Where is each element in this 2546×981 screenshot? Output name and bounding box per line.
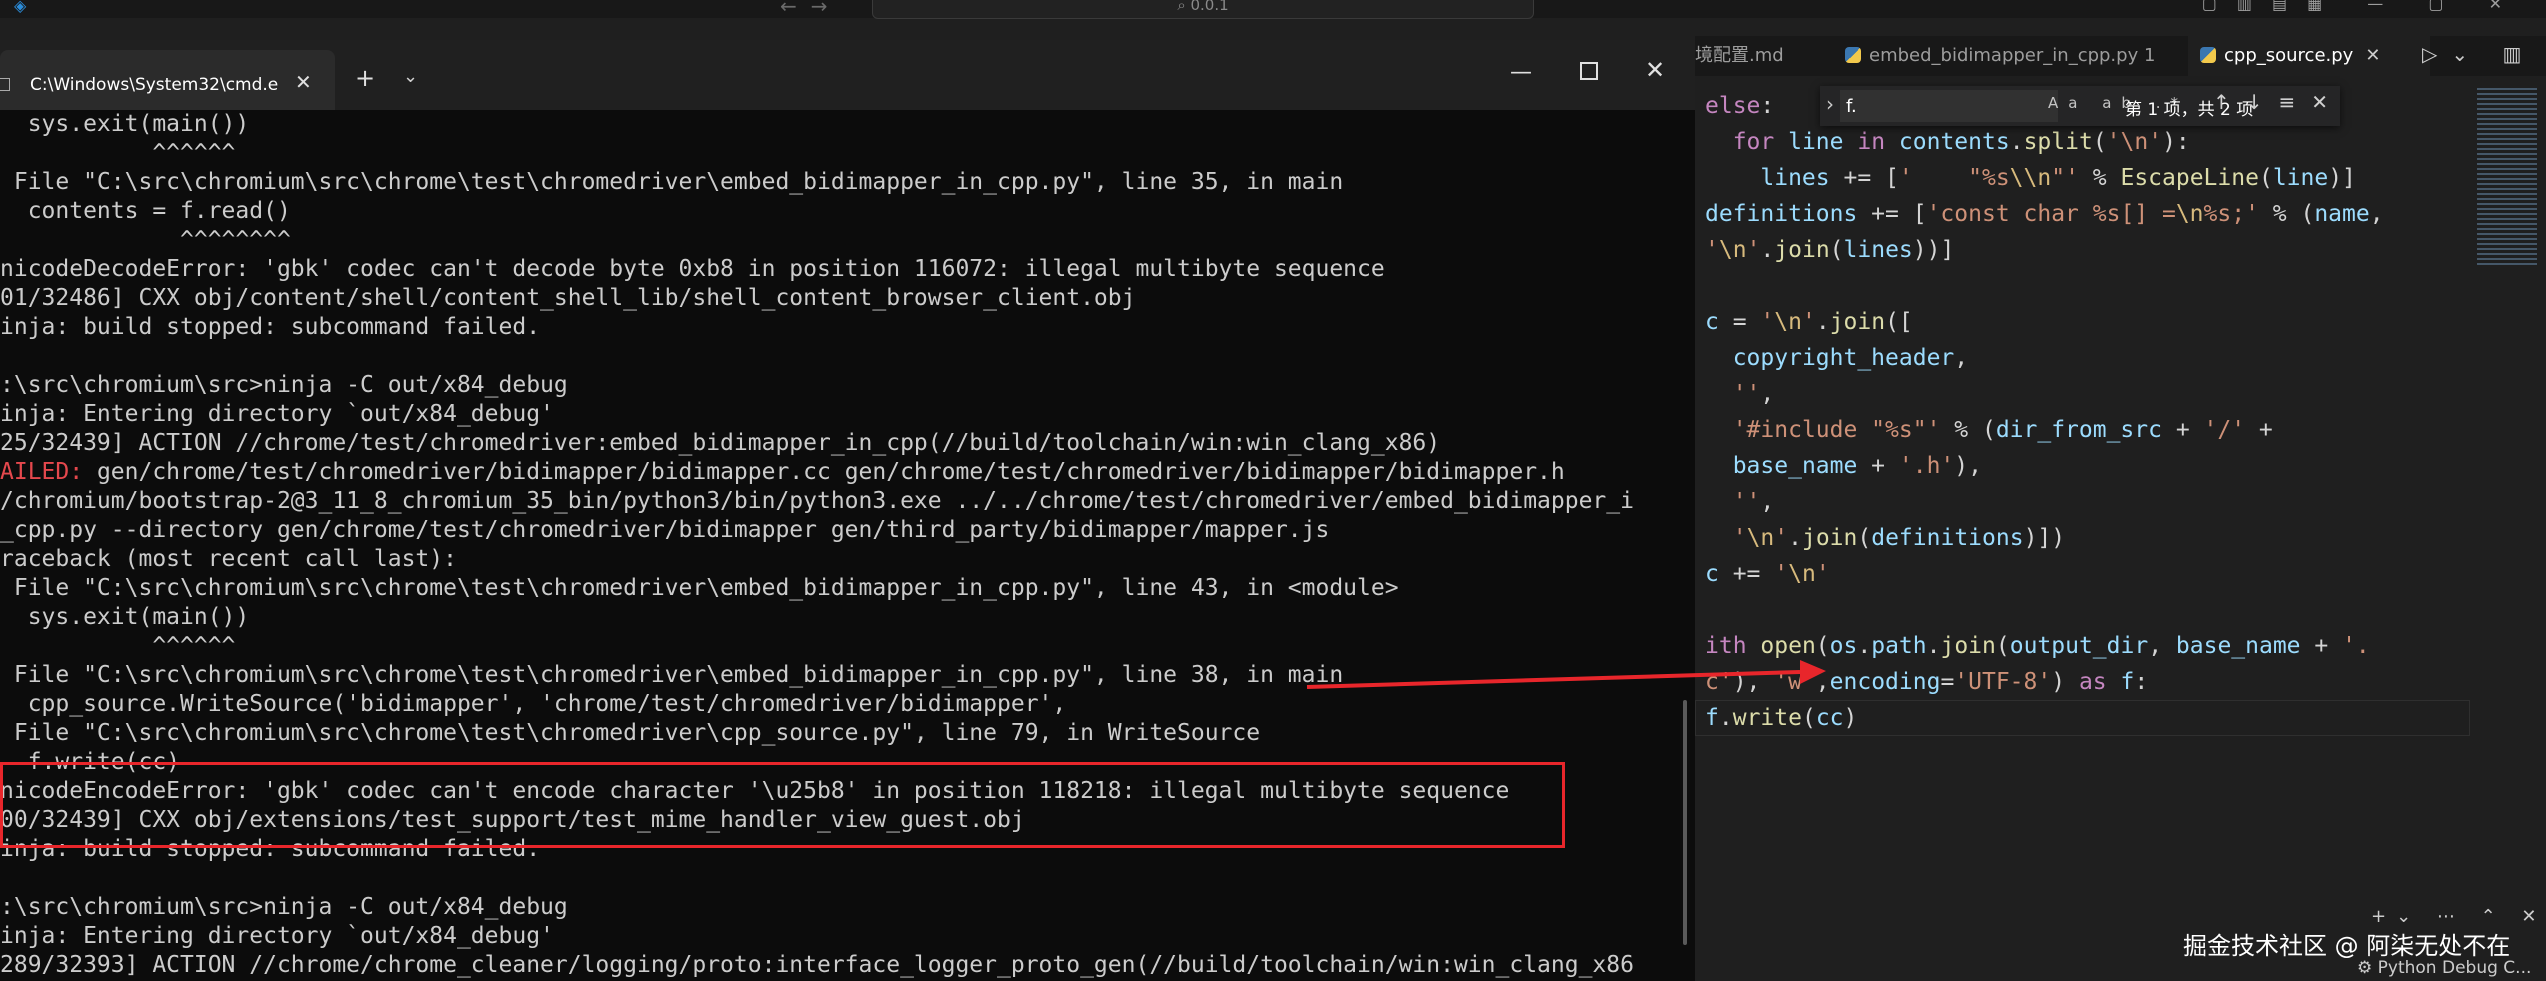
failed-label: AILED:: [0, 459, 84, 485]
python-file-icon: [2200, 47, 2216, 63]
terminal-line: File "C:\src\chromium\src\chrome\test\ch…: [0, 720, 1261, 746]
terminal-line: ^^^^^^: [0, 633, 236, 659]
terminal-line: raceback (most recent call last):: [0, 546, 457, 572]
terminal-line: ^^^^^^^^: [0, 227, 291, 253]
code-line: c'), 'w',encoding='UTF-8') as f:: [1705, 669, 2149, 695]
status-text: Python Debug C...: [2377, 958, 2532, 978]
find-input[interactable]: [1840, 90, 2058, 122]
editor-tab-bar: 境配置.md embed_bidimapper_in_cpp.py 1 cpp_…: [1695, 36, 2546, 76]
close-tab-icon[interactable]: ✕: [295, 70, 312, 94]
code-line: else:: [1705, 93, 1775, 119]
code-line: f.write(cc): [1705, 705, 1858, 731]
code-line: base_name + '.h'),: [1732, 453, 1982, 479]
close-tab-icon[interactable]: ✕: [2365, 45, 2380, 66]
status-item[interactable]: ⚙ Python Debug C...: [2357, 958, 2531, 978]
find-widget: › Aa ab .* 第 1 项，共 2 项 ↑↓≡✕: [1820, 86, 2340, 126]
code-line: '\n'.join(definitions)]): [1732, 525, 2066, 551]
code-line: '#include "%s"' % (dir_from_src + '/' +: [1732, 417, 2273, 443]
terminal-window: C:\Windows\System32\cmd.e ✕ + ⌄ — ✕ sys.…: [0, 40, 1695, 981]
code-line: lines += [' "%s\\n"' % EscapeLine(line)]: [1760, 165, 2356, 191]
tab-embed-bidimapper[interactable]: embed_bidimapper_in_cpp.py 1: [1845, 36, 2155, 76]
tab-config-md[interactable]: 境配置.md: [1695, 36, 1805, 76]
terminal-line: nicodeDecodeError: 'gbk' codec can't dec…: [0, 256, 1385, 282]
maximize-button[interactable]: [1580, 62, 1598, 80]
panel-actions[interactable]: +⌄ ⋯ ⌃ ✕: [2371, 906, 2546, 927]
command-center-text: 0.0.1: [1190, 0, 1229, 14]
tab-label: embed_bidimapper_in_cpp.py 1: [1869, 45, 2156, 66]
vscode-logo-icon: ◈: [14, 0, 27, 15]
terminal-output[interactable]: sys.exit(main()) ^^^^^^ File "C:\src\chr…: [0, 110, 1680, 981]
cmd-icon: [0, 78, 10, 91]
editor-actions[interactable]: ▷⌄ ▥ ⋯: [2422, 42, 2546, 66]
code-line: c = '\n'.join([: [1705, 309, 1913, 335]
terminal-line: 01/32486] CXX obj/content/shell/content_…: [0, 285, 1136, 311]
terminal-line: sys.exit(main()): [0, 604, 250, 630]
code-line: '\n'.join(lines))]: [1705, 237, 1955, 263]
tab-label: cpp_source.py: [2224, 45, 2354, 66]
terminal-line: inja: Entering directory `out/x84_debug': [0, 401, 554, 427]
terminal-line: /chromium/bootstrap-2@3_11_8_chromium_35…: [0, 488, 1634, 514]
code-line: for line in contents.split('\n'):: [1732, 129, 2190, 155]
tab-label: 境配置.md: [1695, 45, 1784, 66]
terminal-line: :\src\chromium\src>ninja -C out/x84_debu…: [0, 894, 568, 920]
minimap[interactable]: [2477, 88, 2537, 268]
terminal-line: inja: build stopped: subcommand failed.: [0, 314, 541, 340]
terminal-line: _cpp.py --directory gen/chrome/test/chro…: [0, 517, 1330, 543]
find-nav-buttons[interactable]: ↑↓≡✕: [2213, 90, 2344, 114]
terminal-scrollbar[interactable]: [1683, 700, 1687, 945]
tab-cpp-source[interactable]: cpp_source.py ✕: [2188, 36, 2430, 76]
command-center[interactable]: ⌕ 0.0.1: [872, 0, 1534, 19]
terminal-line: File "C:\src\chromium\src\chrome\test\ch…: [0, 575, 1399, 601]
terminal-tab[interactable]: C:\Windows\System32\cmd.e ✕: [0, 50, 335, 110]
terminal-line: :\src\chromium\src>ninja -C out/x84_debu…: [0, 372, 568, 398]
python-file-icon: [1845, 47, 1861, 63]
chevron-right-icon[interactable]: ›: [1826, 92, 1834, 116]
minimize-button[interactable]: —: [1510, 60, 1532, 85]
code-line: copyright_header,: [1732, 345, 1969, 371]
terminal-line: File "C:\src\chromium\src\chrome\test\ch…: [0, 662, 1344, 688]
code-line: definitions += ['const char %s[] =\n%s;'…: [1705, 201, 2384, 227]
terminal-line: cpp_source.WriteSource('bidimapper', 'ch…: [0, 691, 1067, 717]
terminal-line: sys.exit(main()): [0, 111, 250, 137]
terminal-tab-title: C:\Windows\System32\cmd.e: [30, 75, 279, 95]
code-line: '',: [1732, 381, 1775, 407]
terminal-tab-bar: C:\Windows\System32\cmd.e ✕ + ⌄ — ✕: [0, 40, 1695, 110]
code-area[interactable]: else: for line in contents.split('\n'): …: [1695, 88, 2495, 948]
code-line: ith open(os.path.join(output_dir, base_n…: [1705, 633, 2370, 659]
layout-icons[interactable]: ▢▥▤▦ — ▢ ✕: [2202, 0, 2522, 13]
code-line: c += '\n': [1705, 561, 1830, 587]
code-editor: 境配置.md embed_bidimapper_in_cpp.py 1 cpp_…: [1695, 18, 2546, 981]
terminal-failed-line: AILED: gen/chrome/test/chromedriver/bidi…: [0, 458, 1565, 487]
terminal-line: inja: Entering directory `out/x84_debug': [0, 923, 554, 949]
terminal-line: ^^^^^^: [0, 140, 236, 166]
terminal-line: 25/32439] ACTION //chrome/test/chromedri…: [0, 430, 1441, 456]
watermark: 掘金技术社区 @ 阿柒无处不在: [2183, 932, 2511, 960]
new-tab-icon[interactable]: +: [355, 64, 375, 92]
nav-arrows[interactable]: ←→: [780, 0, 842, 18]
chevron-down-icon[interactable]: ⌄: [403, 66, 418, 87]
title-bar: ◈ ←→ ⌕ 0.0.1 ▢▥▤▦ — ▢ ✕: [0, 0, 2546, 19]
error-highlight-box: [0, 762, 1565, 848]
failed-targets: gen/chrome/test/chromedriver/bidimapper/…: [83, 459, 1565, 485]
terminal-line: File "C:\src\chromium\src\chrome\test\ch…: [0, 169, 1344, 195]
close-window-button[interactable]: ✕: [1645, 56, 1665, 84]
terminal-line: contents = f.read(): [0, 198, 291, 224]
terminal-line: 289/32393] ACTION //chrome/chrome_cleane…: [0, 952, 1634, 978]
code-line: '',: [1732, 489, 1775, 515]
